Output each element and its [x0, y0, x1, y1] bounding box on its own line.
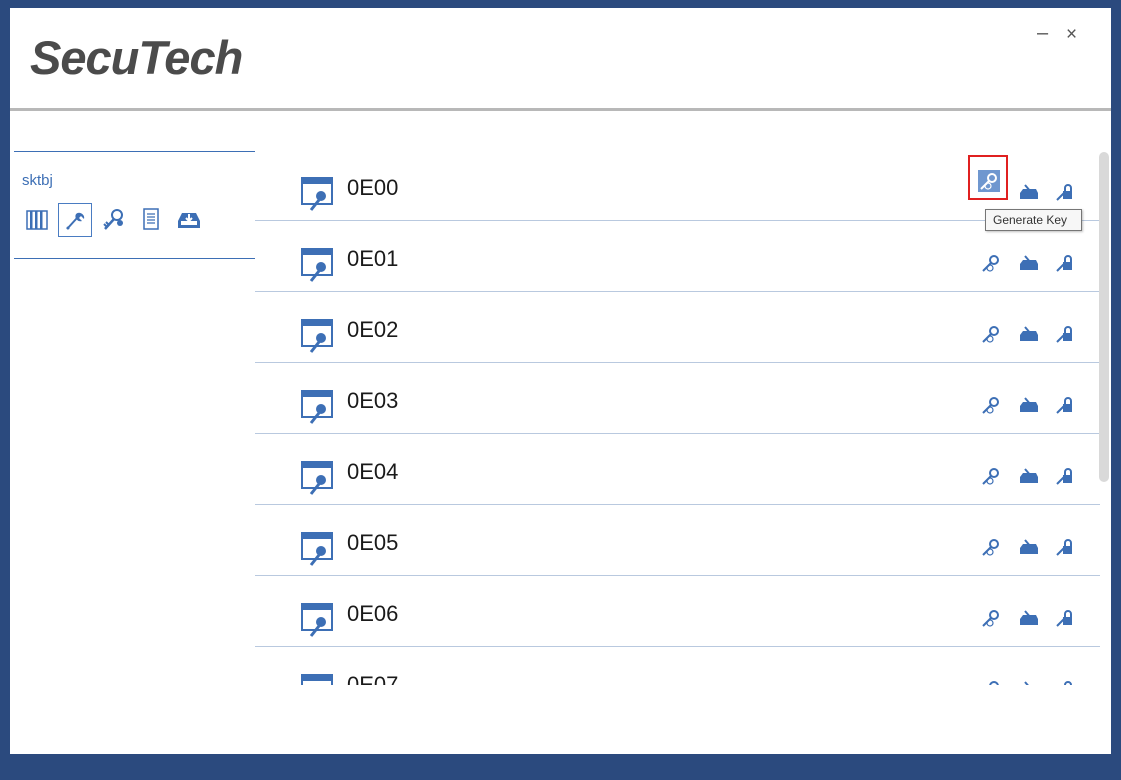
key-file-icon — [301, 602, 335, 638]
key-row[interactable]: 0E01 — [255, 221, 1100, 292]
download-tray-icon[interactable] — [172, 203, 206, 237]
generate-key-icon[interactable] — [979, 393, 1003, 417]
status-bar — [0, 754, 1121, 780]
header-divider — [10, 108, 1111, 111]
app-logo: SecuTech — [30, 31, 243, 84]
load-icon[interactable] — [1017, 322, 1041, 346]
keys-icon[interactable] — [96, 203, 130, 237]
sidebar-toolbar — [20, 203, 210, 239]
sidebar-bottom-rule — [14, 258, 255, 259]
key-row[interactable]: 0E02 — [255, 292, 1100, 363]
key-row[interactable]: 0E03 — [255, 363, 1100, 434]
key-file-icon — [301, 460, 335, 496]
lock-key-icon[interactable] — [1053, 606, 1077, 630]
document-icon[interactable] — [134, 203, 168, 237]
key-label: 0E05 — [347, 530, 399, 555]
sidebar-user-label: sktbj — [22, 172, 53, 189]
sidebar-top-rule — [14, 151, 255, 152]
key-file-icon — [301, 389, 335, 425]
wrench-icon[interactable] — [58, 203, 92, 237]
lock-key-icon[interactable] — [1053, 464, 1077, 488]
generate-key-icon[interactable] — [979, 606, 1003, 630]
close-button[interactable]: × — [1066, 24, 1077, 46]
key-row[interactable]: 0E06 — [255, 576, 1100, 647]
load-icon[interactable] — [1017, 251, 1041, 275]
generate-key-icon[interactable] — [979, 464, 1003, 488]
key-row[interactable]: 0E07 — [255, 647, 1100, 685]
key-file-icon — [301, 531, 335, 567]
tooltip: Generate Key — [985, 209, 1082, 231]
key-label: 0E01 — [347, 246, 399, 271]
load-icon[interactable] — [1017, 677, 1041, 685]
load-icon[interactable] — [1017, 180, 1041, 204]
key-label: 0E03 — [347, 388, 399, 413]
key-row[interactable]: 0E05 — [255, 505, 1100, 576]
scrollbar-thumb[interactable] — [1099, 152, 1109, 482]
key-label: 0E00 — [347, 175, 399, 200]
generate-key-icon[interactable] — [979, 535, 1003, 559]
generate-key-icon[interactable] — [979, 322, 1003, 346]
key-file-icon — [301, 247, 335, 283]
key-label: 0E06 — [347, 601, 399, 626]
load-icon[interactable] — [1017, 535, 1041, 559]
generate-key-highlight — [968, 155, 1008, 200]
key-file-icon — [301, 673, 335, 685]
load-icon[interactable] — [1017, 393, 1041, 417]
lock-key-icon[interactable] — [1053, 322, 1077, 346]
lock-key-icon[interactable] — [1053, 180, 1077, 204]
generate-key-icon[interactable] — [979, 677, 1003, 685]
key-label: 0E04 — [347, 459, 399, 484]
load-icon[interactable] — [1017, 606, 1041, 630]
lock-key-icon[interactable] — [1053, 393, 1077, 417]
lock-key-icon[interactable] — [1053, 677, 1077, 685]
load-icon[interactable] — [1017, 464, 1041, 488]
key-file-icon — [301, 318, 335, 354]
generate-key-icon[interactable] — [979, 251, 1003, 275]
key-label: 0E07 — [347, 672, 399, 685]
lock-key-icon[interactable] — [1053, 535, 1077, 559]
key-label: 0E02 — [347, 317, 399, 342]
lock-key-icon[interactable] — [1053, 251, 1077, 275]
key-file-icon — [301, 176, 335, 212]
piano-icon[interactable] — [20, 203, 54, 237]
minimize-button[interactable]: – — [1037, 22, 1048, 45]
key-row[interactable]: 0E04 — [255, 434, 1100, 505]
